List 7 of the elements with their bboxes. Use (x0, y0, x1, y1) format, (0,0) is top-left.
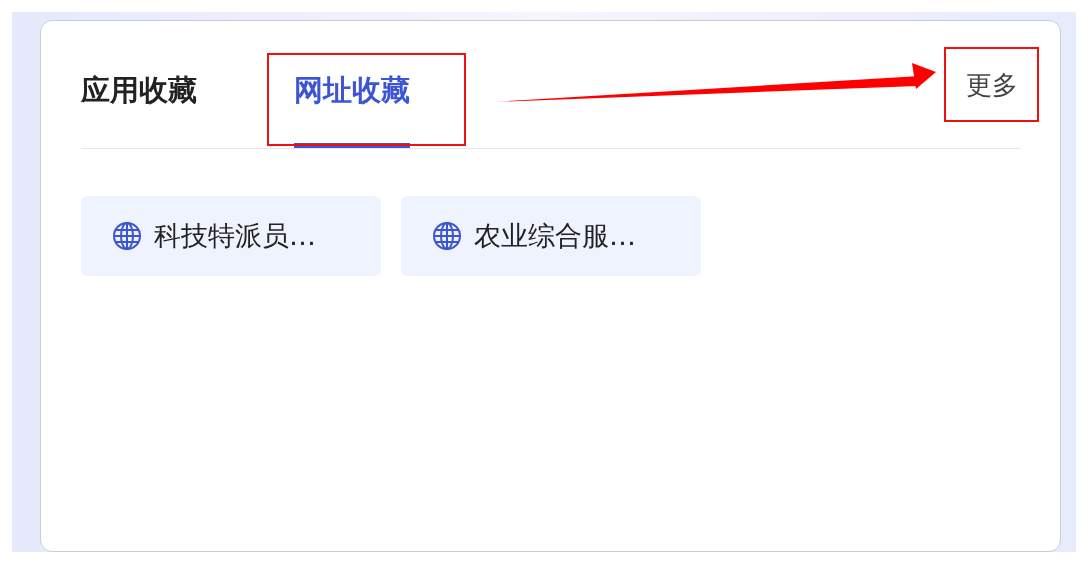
website-link[interactable]: 农业综合服… (401, 196, 701, 276)
website-link[interactable]: 科技特派员… (81, 196, 381, 276)
tab[interactable]: 应用收藏 (81, 71, 197, 148)
globe-icon (112, 221, 142, 251)
globe-icon (432, 221, 462, 251)
more-link[interactable]: 更多 (964, 67, 1020, 103)
tab[interactable]: 网址收藏 (294, 71, 410, 148)
